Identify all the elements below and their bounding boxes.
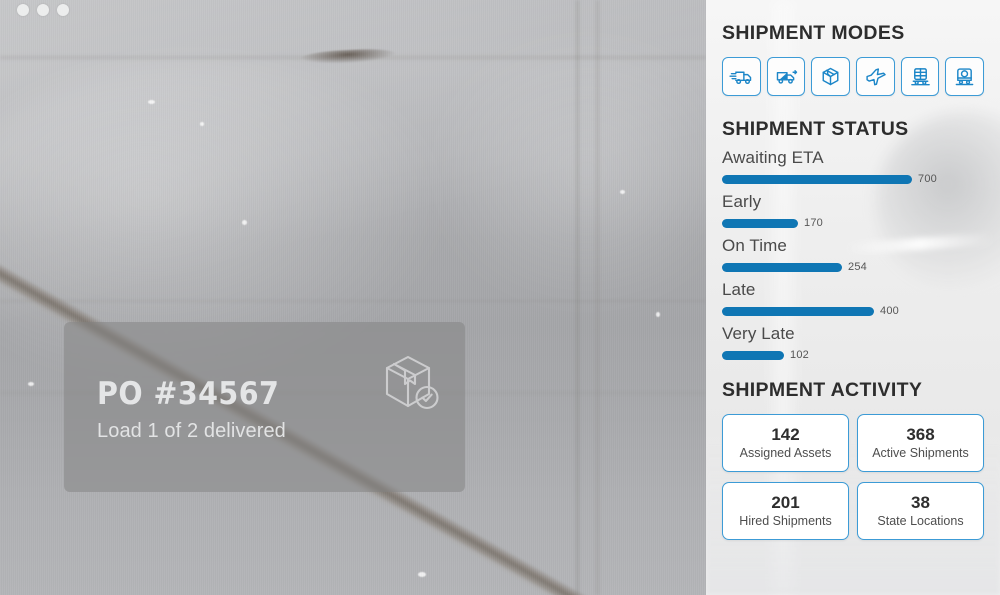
status-bar-value: 254 bbox=[848, 261, 867, 273]
status-bar-label: On Time bbox=[722, 236, 787, 255]
video-speck bbox=[656, 312, 660, 317]
status-bar-label: Very Late bbox=[722, 324, 795, 343]
activity-card-label: Assigned Assets bbox=[739, 446, 832, 461]
activity-card-label: Active Shipments bbox=[872, 446, 969, 461]
section-title-shipment-modes: SHIPMENT MODES bbox=[722, 22, 905, 44]
video-speck bbox=[242, 220, 247, 225]
status-bar-label: Late bbox=[722, 280, 756, 299]
status-bar-fill bbox=[722, 350, 784, 360]
mode-button-locomotive[interactable] bbox=[945, 57, 985, 96]
status-bar-row: Early 170 bbox=[722, 192, 984, 229]
po-load-status: Load 1 of 2 delivered bbox=[97, 420, 286, 442]
mode-button-truck-delivery[interactable] bbox=[722, 57, 761, 96]
activity-card-assigned-assets[interactable]: 142 Assigned Assets bbox=[722, 414, 849, 472]
activity-card-hired-shipments[interactable]: 201 Hired Shipments bbox=[722, 482, 849, 540]
window-controls[interactable] bbox=[17, 4, 69, 16]
freight-train-icon bbox=[909, 66, 932, 87]
po-overlay-card[interactable]: PO #34567 Load 1 of 2 delivered bbox=[64, 322, 465, 492]
status-bar-row: Late 400 bbox=[722, 280, 984, 317]
video-seam-horizontal-mid bbox=[0, 300, 706, 302]
locomotive-icon bbox=[953, 66, 976, 87]
section-title-shipment-activity: SHIPMENT ACTIVITY bbox=[722, 379, 923, 401]
status-bar-value: 400 bbox=[880, 305, 899, 317]
activity-card-label: Hired Shipments bbox=[739, 514, 832, 529]
status-bar-fill bbox=[722, 262, 842, 272]
status-bar-value: 170 bbox=[804, 217, 823, 229]
activity-card-value: 201 bbox=[771, 492, 800, 512]
video-speck bbox=[28, 382, 34, 386]
package-delivered-icon bbox=[377, 352, 443, 414]
shipment-status-chart: Awaiting ETA 700 Early 170 On Time 254 L… bbox=[722, 148, 984, 361]
activity-card-active-shipments[interactable]: 368 Active Shipments bbox=[857, 414, 984, 472]
status-bar-value: 102 bbox=[790, 349, 809, 361]
app-window: PO #34567 Load 1 of 2 delivered SHIPMENT… bbox=[0, 0, 1000, 595]
status-bar-fill bbox=[722, 218, 798, 228]
section-title-shipment-status: SHIPMENT STATUS bbox=[722, 118, 909, 140]
video-speck bbox=[200, 122, 204, 126]
status-bar-label: Early bbox=[722, 192, 762, 211]
shipment-mode-buttons bbox=[722, 57, 985, 96]
truck-delivery-icon bbox=[729, 67, 754, 86]
mode-button-flatbed-truck[interactable] bbox=[766, 57, 806, 96]
status-bar-row: Very Late 102 bbox=[722, 324, 984, 361]
status-bar-fill bbox=[722, 174, 912, 184]
maximize-dot[interactable] bbox=[57, 4, 69, 16]
mode-button-freight-rail[interactable] bbox=[900, 57, 940, 96]
status-bar-value: 700 bbox=[918, 173, 937, 185]
shipment-activity-grid: 142 Assigned Assets 368 Active Shipments… bbox=[722, 414, 984, 540]
video-speck bbox=[148, 100, 155, 104]
activity-card-value: 368 bbox=[906, 424, 935, 444]
mode-button-air-freight[interactable] bbox=[856, 57, 895, 96]
activity-card-state-locations[interactable]: 38 State Locations bbox=[857, 482, 984, 540]
po-number: PO #34567 bbox=[97, 376, 280, 412]
status-bar-label: Awaiting ETA bbox=[722, 148, 824, 167]
airplane-icon bbox=[864, 66, 887, 87]
video-speck bbox=[418, 572, 426, 577]
video-seam-vertical-a bbox=[576, 0, 579, 595]
minimize-dot[interactable] bbox=[37, 4, 49, 16]
activity-card-value: 142 bbox=[771, 424, 800, 444]
status-bar-fill bbox=[722, 306, 874, 316]
video-speck bbox=[620, 190, 625, 194]
activity-card-value: 38 bbox=[911, 492, 930, 512]
mode-button-parcel[interactable] bbox=[811, 57, 851, 96]
status-bar-row: On Time 254 bbox=[722, 236, 984, 273]
package-box-icon bbox=[820, 66, 841, 87]
dashboard-sidebar: SHIPMENT MODES SHIPMENT STATUS Awaiting … bbox=[706, 0, 1000, 595]
video-panel[interactable]: PO #34567 Load 1 of 2 delivered bbox=[0, 0, 706, 595]
truck-tipper-icon bbox=[774, 67, 799, 86]
status-bar-row: Awaiting ETA 700 bbox=[722, 148, 984, 185]
close-dot[interactable] bbox=[17, 4, 29, 16]
video-seam-vertical-b bbox=[596, 0, 599, 595]
activity-card-label: State Locations bbox=[877, 514, 964, 529]
